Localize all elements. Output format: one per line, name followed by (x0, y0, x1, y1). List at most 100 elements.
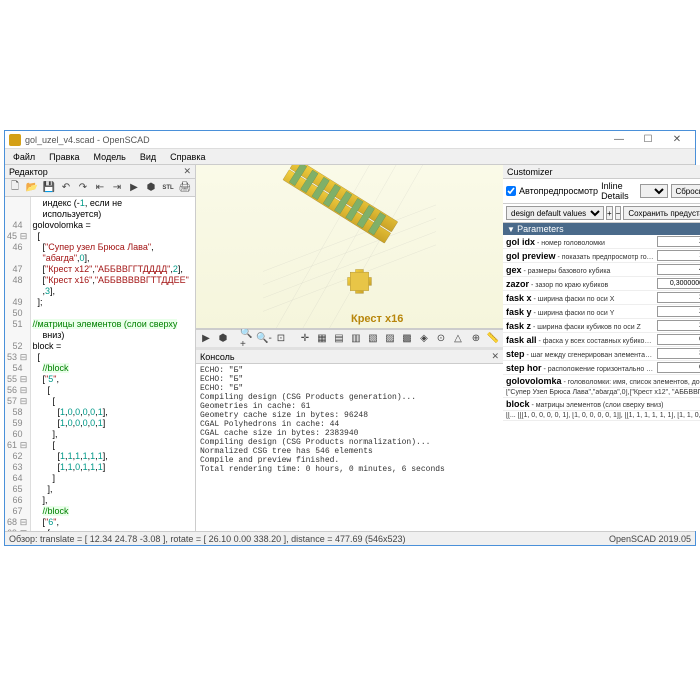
stl-icon[interactable]: STL (160, 180, 176, 196)
3d-viewport[interactable]: Крест x16 (196, 165, 503, 329)
new-icon[interactable]: 🗋 (7, 180, 23, 196)
view-left-icon[interactable]: ▧ (365, 331, 381, 347)
editor-toolbar: 🗋 📂 💾 ↶ ↷ ⇤ ⇥ ▶ ⬢ STL 🖨 (5, 179, 195, 197)
param-input[interactable] (657, 292, 700, 303)
param-row: fask x - ширина фаски по оси X▲▼ (503, 291, 700, 305)
maximize-button[interactable]: ☐ (634, 132, 662, 148)
menu-help[interactable]: Справка (164, 151, 211, 163)
param-input[interactable] (657, 250, 700, 261)
window-title: gol_uzel_v4.scad - OpenSCAD (25, 135, 605, 145)
param-input[interactable] (657, 334, 700, 345)
param-label: gol preview - показать предпросмотр голо… (506, 251, 655, 261)
code-editor[interactable]: 44 45 ⊟ 46 47 48 49 50 51 52 53 ⊟ 54 55 … (5, 197, 195, 531)
scale-icon[interactable]: 📏 (485, 331, 501, 347)
preset-del-button[interactable]: − (615, 206, 622, 220)
detail-select[interactable] (640, 184, 668, 198)
view-right-icon[interactable]: ▦ (314, 331, 330, 347)
param-row: gol idx - номер головоломки▲▼ (503, 235, 700, 249)
axes-icon[interactable]: ✛ (297, 331, 313, 347)
view-bottom-icon[interactable]: ▥ (348, 331, 364, 347)
preset-select[interactable]: design default values (506, 206, 604, 220)
param-input[interactable] (657, 320, 700, 331)
menu-edit[interactable]: Правка (43, 151, 85, 163)
param-row: fask all - фаска у всех составных кубико… (503, 333, 700, 347)
param-input[interactable] (657, 348, 700, 359)
app-window: gol_uzel_v4.scad - OpenSCAD — ☐ ✕ Файл П… (4, 130, 696, 546)
titlebar[interactable]: gol_uzel_v4.scad - OpenSCAD — ☐ ✕ (5, 131, 695, 149)
zoom-in-icon[interactable]: 🔍+ (239, 331, 255, 347)
zoom-fit-icon[interactable]: ⊡ (273, 331, 289, 347)
app-icon (9, 134, 21, 146)
param-row: fask y - ширина фаски по оси Y▲▼ (503, 305, 700, 319)
param-section-header[interactable]: ▼ Parameters (503, 223, 700, 235)
view-top-icon[interactable]: ▤ (331, 331, 347, 347)
editor-close-icon[interactable]: ✕ (183, 166, 191, 177)
perspective-icon[interactable]: △ (450, 331, 466, 347)
param-input[interactable] (657, 264, 700, 275)
param-label: [[... [[[1, 0, 0, 0, 0, 1], [1, 0, 0, 0,… (506, 412, 700, 419)
render-icon[interactable]: ⬢ (143, 180, 159, 196)
param-row: zazor - зазор по краю кубиков▲▼ (503, 277, 700, 291)
param-label: step hor - расположение горизонтально ил… (506, 363, 655, 373)
param-label: step - шаг между сгенерирован элементами… (506, 349, 655, 359)
status-right: OpenSCAD 2019.05 (609, 534, 691, 544)
menu-file[interactable]: Файл (7, 151, 41, 163)
param-label: golovolomka - головоломки: имя, список э… (506, 376, 700, 386)
preview-icon[interactable]: ▶ (126, 180, 142, 196)
main-area: Редактор ✕ 🗋 📂 💾 ↶ ↷ ⇤ ⇥ ▶ ⬢ STL 🖨 44 45… (5, 165, 695, 531)
save-preset-button[interactable]: Сохранить предустановку (623, 206, 700, 220)
indent-out-icon[interactable]: ⇤ (92, 180, 108, 196)
print-icon[interactable]: 🖨 (177, 180, 193, 196)
save-icon[interactable]: 💾 (41, 180, 57, 196)
param-row: gol preview - показать предпросмотр голо… (503, 249, 700, 263)
param-input[interactable] (657, 278, 700, 289)
undo-icon[interactable]: ↶ (58, 180, 74, 196)
viewport-toolbar: ▶ ⬢ 🔍+ 🔍- ⊡ ✛ ▦ ▤ ▥ ▧ ▨ ▩ ◈ ⊙ △ ⊕ 📏 (196, 329, 503, 347)
param-row: ["Супер Узел Брюса Лава","абагда",0],["К… (503, 388, 700, 398)
param-label: gex - размеры базового кубика (506, 265, 655, 275)
param-row: gex - размеры базового кубика▲▼ (503, 263, 700, 277)
param-row: step - шаг между сгенерирован элементами… (503, 347, 700, 361)
param-input[interactable] (657, 362, 700, 373)
statusbar: Обзор: translate = [ 12.34 24.78 -3.08 ]… (5, 531, 695, 545)
redo-icon[interactable]: ↷ (75, 180, 91, 196)
customizer-panel: Автопредпросмотр Inline Details Сбросить… (503, 179, 700, 531)
minimize-button[interactable]: — (605, 132, 633, 148)
param-row: [[... [[[1, 0, 0, 0, 0, 1], [1, 0, 0, 0,… (503, 411, 700, 421)
param-row: step hor - расположение горизонтально ил… (503, 361, 700, 375)
console-header: Консоль ✕ (196, 350, 503, 364)
param-label: fask z - ширина фаски кубиков по оси Z (506, 321, 655, 331)
param-label: zazor - зазор по краю кубиков (506, 279, 655, 289)
view-render-icon[interactable]: ⬢ (215, 331, 231, 347)
crosshair-icon[interactable]: ⊕ (468, 331, 484, 347)
view-center-icon[interactable]: ⊙ (433, 331, 449, 347)
view-diag-icon[interactable]: ◈ (416, 331, 432, 347)
open-icon[interactable]: 📂 (24, 180, 40, 196)
zoom-out-icon[interactable]: 🔍- (256, 331, 272, 347)
param-row: golovolomka - головоломки: имя, список э… (503, 375, 700, 388)
indent-in-icon[interactable]: ⇥ (109, 180, 125, 196)
param-label: fask x - ширина фаски по оси X (506, 293, 655, 303)
menu-model[interactable]: Модель (88, 151, 132, 163)
view-preview-icon[interactable]: ▶ (198, 331, 214, 347)
menubar: Файл Правка Модель Вид Справка (5, 149, 695, 165)
menu-view[interactable]: Вид (134, 151, 162, 163)
close-button[interactable]: ✕ (663, 132, 691, 148)
preset-add-button[interactable]: + (606, 206, 613, 220)
autopreview-checkbox[interactable] (506, 186, 516, 196)
param-label: ["Супер Узел Брюса Лава","абагда",0],["К… (506, 389, 700, 396)
status-left: Обзор: translate = [ 12.34 24.78 -3.08 ]… (9, 534, 406, 544)
param-label: gol idx - номер головоломки (506, 237, 655, 247)
param-input[interactable] (657, 306, 700, 317)
reset-button[interactable]: Сбросить (671, 184, 700, 198)
console-output[interactable]: ECHO: "Б" ECHO: "Б" ECHO: "Б" Compiling … (196, 364, 503, 531)
param-row: fask z - ширина фаски кубиков по оси Z▲▼ (503, 319, 700, 333)
param-row: block - матрицы элементов (слои сверху в… (503, 398, 700, 411)
console-close-icon[interactable]: ✕ (491, 351, 499, 362)
param-label: block - матрицы элементов (слои сверху в… (506, 399, 700, 409)
view-front-icon[interactable]: ▨ (382, 331, 398, 347)
param-label: fask y - ширина фаски по оси Y (506, 307, 655, 317)
param-input[interactable] (657, 236, 700, 247)
view-back-icon[interactable]: ▩ (399, 331, 415, 347)
editor-header: Редактор ✕ (5, 165, 195, 179)
